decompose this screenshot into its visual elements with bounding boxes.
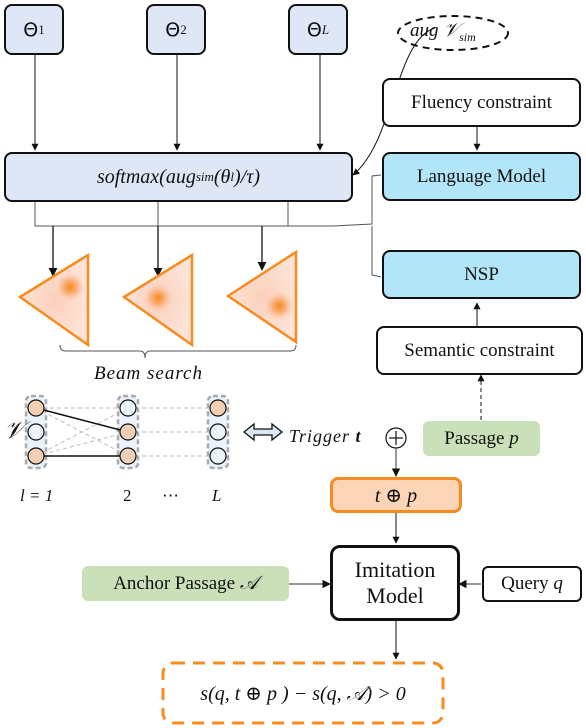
nsp-label: NSP — [464, 263, 499, 285]
trigger-label: Trigger t — [289, 426, 362, 447]
objective-text: s(q, t ⊕ p ) − s(q, 𝒜) > 0 — [200, 682, 406, 705]
softmax-sub: sim — [195, 169, 214, 184]
query-box: Query q — [482, 566, 582, 602]
semantic-constraint-box: Semantic constraint — [376, 326, 583, 375]
theta-L-sub: L — [321, 21, 330, 37]
language-model-label: Language Model — [416, 165, 547, 187]
beam-search-label: Beam search — [94, 363, 203, 385]
double-arrow-icon — [242, 422, 284, 442]
vocab-node — [27, 447, 45, 465]
vocab-node — [209, 399, 227, 417]
theta-L-box: ΘL — [288, 4, 348, 55]
imitation-line1: Imitation — [354, 556, 436, 582]
anchor-var: 𝒜 — [239, 572, 258, 594]
theta-2-sub: 2 — [180, 21, 187, 37]
vocab-symbol: 𝒱 — [4, 418, 24, 445]
aug-vocab-sub: sim — [459, 29, 476, 44]
vocab-node — [209, 447, 227, 465]
layer-label-ellipsis: ⋯ — [162, 486, 179, 506]
vocab-layers — [24, 394, 230, 470]
concat-box: t ⊕ p — [330, 477, 462, 513]
layer-label-2-text: 2 — [123, 486, 132, 505]
imitation-line2: Model — [366, 583, 424, 608]
theta-2-box: Θ2 — [146, 4, 206, 55]
nsp-box: NSP — [382, 250, 581, 299]
layer-label-L: L — [212, 486, 221, 506]
anchor-passage-box: Anchor Passage 𝒜 — [82, 566, 289, 601]
beam-brace — [59, 344, 297, 359]
fluency-label: Fluency constraint — [411, 91, 552, 113]
layer-label-L-text: L — [212, 486, 222, 505]
aug-vocab-symbol: 𝒱 — [443, 20, 460, 41]
softmax-end: )/τ) — [234, 165, 261, 188]
vocab-node — [27, 423, 45, 441]
oplus-icon — [385, 427, 407, 449]
trigger-text: Trigger — [289, 426, 356, 446]
layer-label-ellipsis-text: ⋯ — [162, 486, 179, 505]
anchor-text: Anchor Passage — [113, 572, 236, 594]
vocab-node — [119, 399, 137, 417]
vocab-node — [119, 447, 137, 465]
vocab-symbol-text: 𝒱 — [4, 418, 24, 444]
layer-label-1: l = 1 — [20, 486, 53, 506]
vocab-node — [27, 399, 45, 417]
query-var: q — [553, 573, 563, 594]
aug-prefix: aug — [410, 20, 444, 41]
semantic-label: Semantic constraint — [404, 339, 555, 361]
theta-L-symbol: Θ — [306, 18, 322, 41]
objective-formula: s(q, t ⊕ p ) − s(q, 𝒜) > 0 — [163, 663, 443, 723]
vocab-node — [209, 423, 227, 441]
concat-text: t ⊕ p — [374, 484, 418, 507]
softmax-post: (θ — [213, 165, 231, 188]
softmax-box: softmax(aug sim (θ l)/τ) — [4, 152, 353, 202]
beam-triangle-1 — [17, 252, 90, 348]
language-model-box: Language Model — [382, 152, 581, 201]
aug-vocab-label: aug 𝒱sim — [410, 20, 476, 45]
imitation-model-box: Imitation Model — [330, 545, 460, 621]
beam-search-text: Beam search — [94, 363, 203, 384]
passage-text: Passage — [444, 427, 505, 449]
theta-1-symbol: Θ — [23, 18, 39, 41]
passage-var: p — [509, 427, 519, 449]
theta-2-symbol: Θ — [165, 18, 181, 41]
theta-1-sub: 1 — [38, 21, 45, 37]
theta-1-box: Θ1 — [4, 4, 64, 55]
trigger-var: t — [355, 426, 362, 446]
softmax-pre: softmax(aug — [96, 165, 196, 188]
vocab-node — [119, 423, 137, 441]
layer-label-1-text: l = 1 — [20, 486, 54, 505]
layer-label-2: 2 — [123, 486, 132, 506]
passage-box: Passage p — [423, 421, 540, 456]
fluency-constraint-box: Fluency constraint — [382, 78, 581, 127]
query-text: Query — [501, 573, 549, 594]
